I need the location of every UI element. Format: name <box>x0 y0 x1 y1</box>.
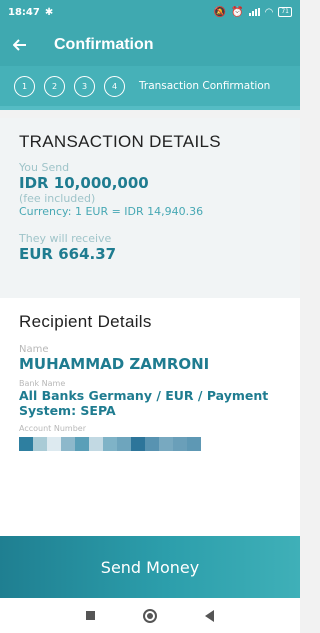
step-2: 2 <box>44 75 65 97</box>
recents-icon[interactable] <box>86 611 95 620</box>
status-time: 18:47 <box>8 6 40 18</box>
receive-amount: EUR 664.37 <box>19 245 117 263</box>
step-4: 4 <box>104 75 125 97</box>
transaction-heading: TRANSACTION DETAILS <box>19 132 221 151</box>
back-arrow-icon[interactable] <box>0 24 40 66</box>
step-indicator: 1 2 3 4 Transaction Confirmation <box>0 66 300 110</box>
send-money-button[interactable]: Send Money <box>0 536 300 598</box>
alarm-icon: ⏰ <box>231 6 244 18</box>
cellular-signal-icon <box>248 8 260 16</box>
bank-name: All Banks Germany / EUR / Payment System… <box>19 388 269 418</box>
receive-label: They will receive <box>19 232 112 245</box>
home-icon[interactable] <box>143 608 157 623</box>
name-label: Name <box>19 344 49 355</box>
step-label: Transaction Confirmation <box>139 80 271 92</box>
account-number-masked <box>19 437 281 451</box>
mute-icon: 🔕 <box>213 6 227 18</box>
wifi-icon: ◠ <box>264 6 274 18</box>
recipient-details: Recipient Details Name MUHAMMAD ZAMRONI … <box>0 298 300 536</box>
step-1: 1 <box>14 75 35 97</box>
bank-label: Bank Name <box>19 379 66 388</box>
page-title: Confirmation <box>54 36 154 53</box>
recipient-name: MUHAMMAD ZAMRONI <box>19 355 210 373</box>
bluetooth-icon: ✱ <box>44 6 54 18</box>
app-bar: Confirmation <box>0 24 300 66</box>
fee-note: (fee included) <box>19 192 96 205</box>
currency-rate: Currency: 1 EUR = IDR 14,940.36 <box>19 205 204 218</box>
transaction-details: TRANSACTION DETAILS You Send IDR 10,000,… <box>0 118 300 298</box>
system-nav-bar <box>0 598 300 633</box>
send-label: You Send <box>19 161 70 174</box>
step-3: 3 <box>74 75 95 97</box>
battery-icon: 71 <box>278 7 292 17</box>
recipient-heading: Recipient Details <box>19 312 152 331</box>
back-triangle-icon[interactable] <box>205 609 214 622</box>
send-amount: IDR 10,000,000 <box>19 174 149 192</box>
account-label: Account Number <box>19 424 86 433</box>
status-icons: 🔕 ⏰ ◠ 71 <box>214 7 292 18</box>
status-bar: 18:47 ✱ 🔕 ⏰ ◠ 71 <box>0 0 300 24</box>
back-arrow-svg <box>13 39 26 51</box>
